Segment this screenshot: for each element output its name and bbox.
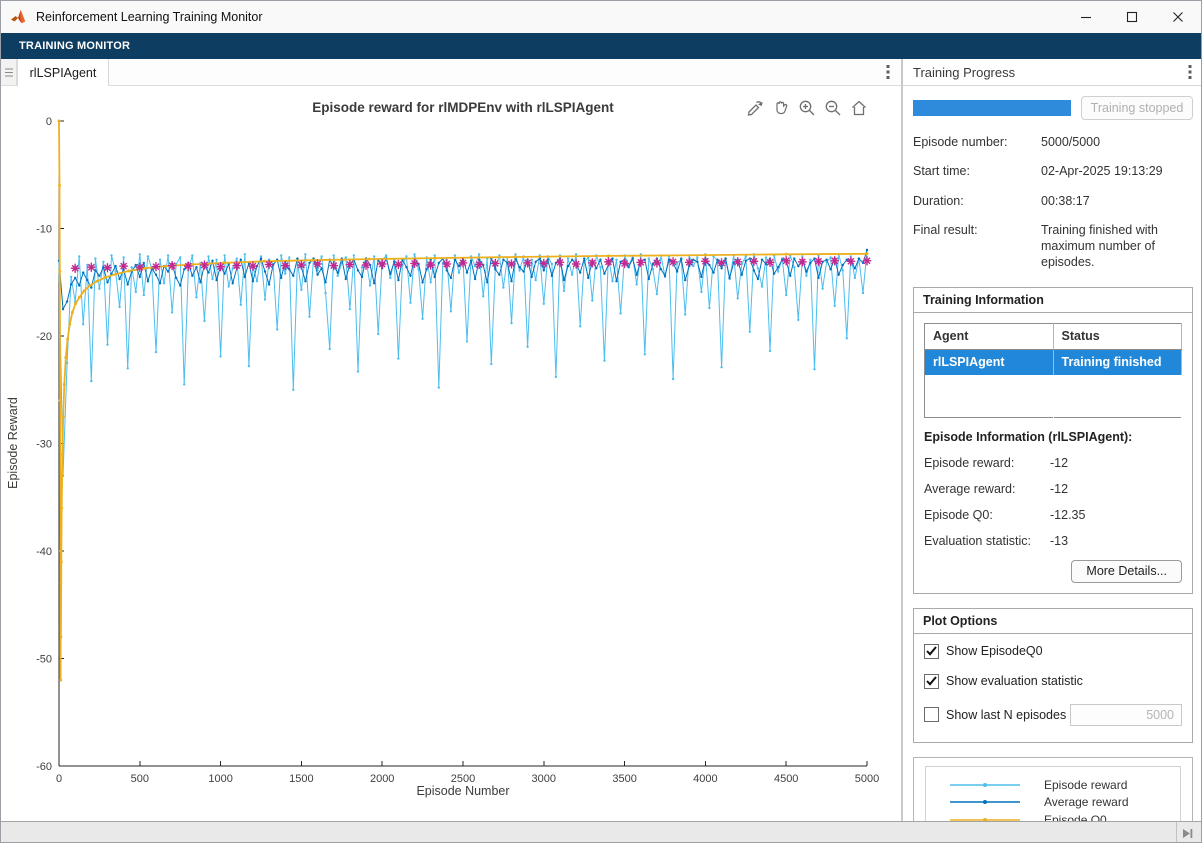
document-actions-button[interactable] — [875, 59, 901, 85]
episode-number-label: Episode number: — [913, 134, 1041, 150]
start-time-label: Start time: — [913, 163, 1041, 179]
home-icon — [850, 99, 868, 117]
export-icon — [746, 99, 764, 117]
training-information-group: Training Information Agent Status rlLSPI… — [913, 287, 1193, 594]
svg-text:-60: -60 — [36, 761, 52, 773]
panel-actions-button[interactable] — [1177, 65, 1202, 79]
training-progress-bar — [913, 100, 1071, 116]
document-tab-rllspiagent[interactable]: rlLSPIAgent — [17, 59, 109, 86]
document-bar-grip[interactable] — [1, 59, 17, 85]
episode-information-title: Episode Information (rlLSPIAgent): — [924, 430, 1182, 444]
svg-text:-50: -50 — [36, 654, 52, 666]
training-progress-header: Training Progress — [903, 59, 1202, 86]
episode-q0-label: Episode Q0: — [924, 508, 1050, 522]
matlab-logo-icon — [10, 9, 28, 25]
agents-table-header-status: Status — [1053, 323, 1182, 349]
line-dot-icon — [948, 780, 1022, 790]
episode-number-value: 5000/5000 — [1041, 134, 1193, 150]
zoom-in-icon — [798, 99, 816, 117]
line-dot-icon — [948, 797, 1022, 807]
show-last-n-episodes-checkbox[interactable] — [924, 707, 939, 722]
minimize-button[interactable] — [1063, 1, 1109, 33]
average-reward-value: -12 — [1050, 482, 1182, 496]
document-tab-bar: rlLSPIAgent — [1, 59, 901, 86]
zoom-out-button[interactable] — [823, 98, 843, 118]
check-icon — [926, 676, 937, 686]
kebab-menu-icon — [886, 65, 890, 79]
table-empty-row — [925, 375, 1182, 417]
legend-item-episode-reward: Episode reward — [926, 778, 1180, 793]
axes-toolbar — [745, 98, 869, 118]
final-result-label: Final result: — [913, 222, 1041, 271]
zoom-out-icon — [824, 99, 842, 117]
svg-text:-20: -20 — [36, 331, 52, 343]
show-episodeq0-label: Show EpisodeQ0 — [946, 644, 1043, 658]
svg-text:-30: -30 — [36, 439, 52, 451]
minimize-icon — [1080, 11, 1092, 23]
svg-text:-40: -40 — [36, 546, 52, 558]
plot-options-group: Plot Options Show EpisodeQ0 Show evaluat… — [913, 608, 1193, 743]
panel-title: Training Progress — [903, 65, 1177, 80]
training-stopped-button: Training stopped — [1081, 96, 1193, 120]
progress-fill — [913, 100, 1071, 116]
table-row[interactable]: rlLSPIAgent Training finished — [925, 349, 1182, 375]
pan-hand-icon — [772, 99, 790, 117]
evaluation-statistic-value: -13 — [1050, 534, 1182, 548]
show-evaluation-statistic-checkbox[interactable] — [924, 674, 939, 689]
expand-panel-button[interactable] — [1178, 825, 1196, 841]
last-n-episodes-input — [1070, 704, 1182, 726]
reward-chart[interactable]: 0500100015002000250030003500400045005000… — [1, 86, 901, 821]
x-axis-label: Episode Number — [59, 784, 867, 798]
episode-reward-label: Episode reward: — [924, 456, 1050, 470]
tab-training-monitor[interactable]: TRAINING MONITOR — [1, 33, 148, 59]
agents-table: Agent Status rlLSPIAgent Training finish… — [924, 323, 1182, 418]
title-bar: Reinforcement Learning Training Monitor — [1, 1, 1201, 33]
export-button[interactable] — [745, 98, 765, 118]
maximize-icon — [1126, 11, 1138, 23]
grip-icon — [5, 68, 13, 77]
show-last-n-episodes-label: Show last N episodes — [946, 708, 1066, 722]
episode-q0-value: -12.35 — [1050, 508, 1182, 522]
svg-text:-10: -10 — [36, 224, 52, 236]
restore-view-button[interactable] — [849, 98, 869, 118]
duration-label: Duration: — [913, 193, 1041, 209]
figure-area: 0500100015002000250030003500400045005000… — [1, 86, 901, 821]
status-cell: Training finished — [1053, 349, 1182, 375]
average-reward-label: Average reward: — [924, 482, 1050, 496]
agents-table-header-agent: Agent — [925, 323, 1054, 349]
episode-reward-value: -12 — [1050, 456, 1182, 470]
show-episodeq0-checkbox[interactable] — [924, 644, 939, 659]
agent-cell: rlLSPIAgent — [925, 349, 1054, 375]
y-axis-label: Episode Reward — [6, 283, 20, 603]
kebab-menu-icon — [1188, 65, 1192, 79]
final-result-value: Training finished with maximum number of… — [1041, 222, 1193, 271]
duration-value: 00:38:17 — [1041, 193, 1193, 209]
maximize-button[interactable] — [1109, 1, 1155, 33]
svg-text:0: 0 — [46, 116, 52, 128]
show-evaluation-statistic-label: Show evaluation statistic — [946, 674, 1083, 688]
close-button[interactable] — [1155, 1, 1201, 33]
window-title: Reinforcement Learning Training Monitor — [36, 10, 263, 24]
more-details-button[interactable]: More Details... — [1071, 560, 1182, 583]
skip-forward-icon — [1182, 828, 1193, 839]
evaluation-statistic-label: Evaluation statistic: — [924, 534, 1050, 548]
pan-button[interactable] — [771, 98, 791, 118]
status-bar — [1, 821, 1201, 843]
check-icon — [926, 646, 937, 656]
legend-item-average-reward: Average reward — [926, 795, 1180, 810]
zoom-in-button[interactable] — [797, 98, 817, 118]
training-progress-panel: Training stopped Episode number:5000/500… — [903, 86, 1202, 821]
close-icon — [1172, 11, 1184, 23]
training-information-title: Training Information — [914, 288, 1192, 313]
toolstrip: TRAINING MONITOR — [1, 33, 1201, 59]
start-time-value: 02-Apr-2025 19:13:29 — [1041, 163, 1193, 179]
plot-options-title: Plot Options — [914, 609, 1192, 634]
app-window: Reinforcement Learning Training Monitor … — [0, 0, 1202, 843]
